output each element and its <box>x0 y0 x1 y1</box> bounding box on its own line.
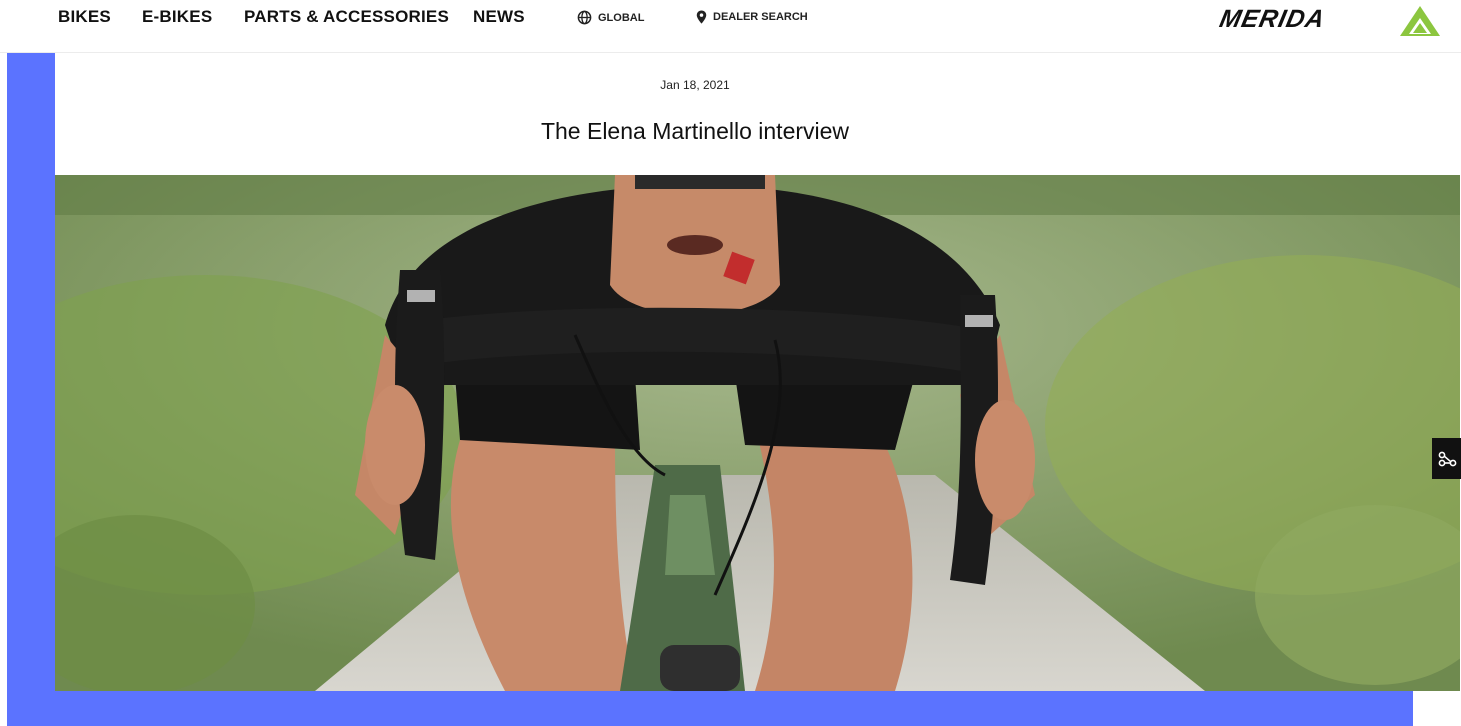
nav-item-news[interactable]: NEWS <box>473 7 525 27</box>
cyclist-illustration <box>55 175 1460 691</box>
article-date: Jan 18, 2021 <box>660 78 730 92</box>
merida-logo[interactable]: MERIDA <box>1217 4 1442 38</box>
global-label: GLOBAL <box>598 11 645 24</box>
map-pin-icon <box>696 10 707 24</box>
hero-image <box>55 175 1460 691</box>
decorative-frame-left <box>7 22 55 726</box>
share-button[interactable] <box>1432 438 1461 479</box>
nav-item-bikes[interactable]: BIKES <box>58 7 111 27</box>
article-title: The Elena Martinello interview <box>540 118 850 144</box>
nav-item-e-bikes[interactable]: E-BIKES <box>142 7 212 27</box>
dealer-search-label: DEALER SEARCH <box>713 11 808 23</box>
decorative-frame-bottom <box>7 691 1413 726</box>
share-icon <box>1438 451 1456 466</box>
nav-item-parts-accessories[interactable]: PARTS & ACCESSORIES <box>244 7 449 27</box>
mountain-logo-icon <box>1400 6 1440 36</box>
dealer-search-link[interactable]: DEALER SEARCH <box>696 10 808 24</box>
globe-icon <box>577 10 592 25</box>
top-navigation: BIKES E-BIKES PARTS & ACCESSORIES NEWS G… <box>0 0 1461 53</box>
global-selector[interactable]: GLOBAL <box>577 10 644 25</box>
logo-text: MERIDA <box>1217 5 1328 33</box>
